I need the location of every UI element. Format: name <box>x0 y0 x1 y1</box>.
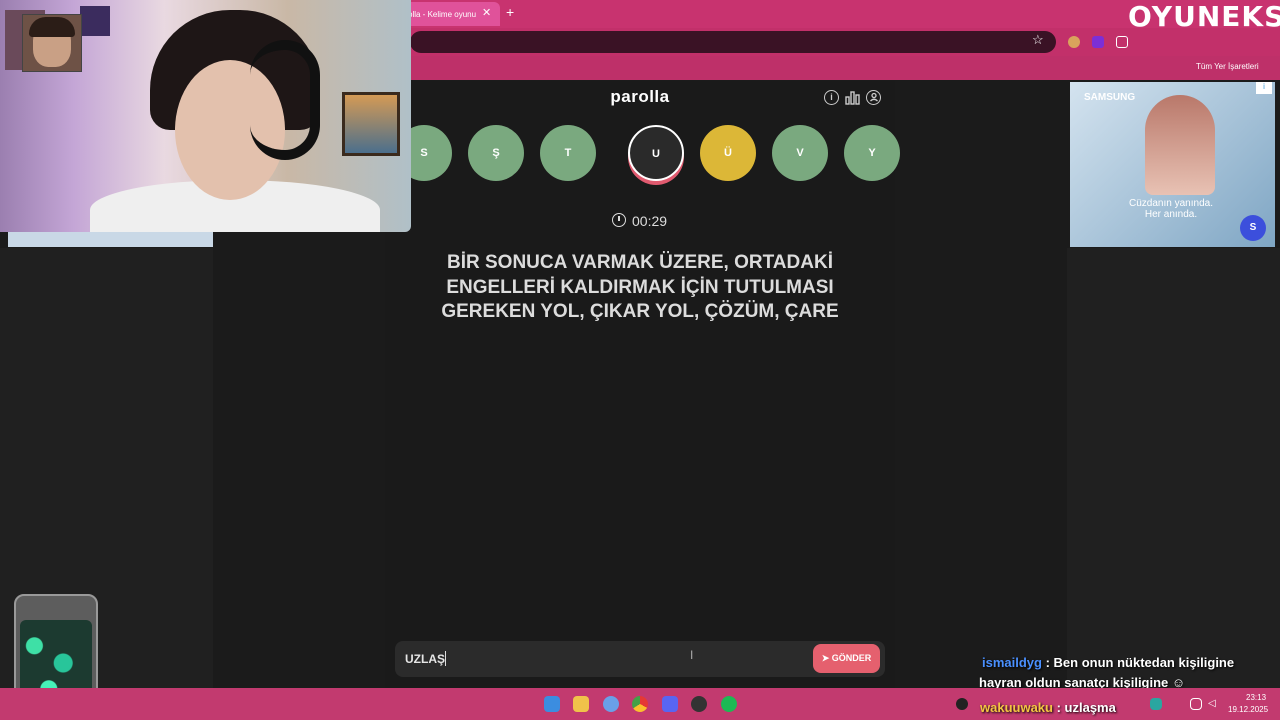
right-gutter <box>1067 248 1280 688</box>
discord-icon[interactable] <box>662 696 678 712</box>
game-title: parolla <box>610 87 670 106</box>
timer: 00:29 <box>632 213 668 229</box>
wallet-logo-icon: S <box>1240 215 1266 241</box>
obs-icon[interactable] <box>691 696 707 712</box>
windows-start-icon[interactable] <box>544 696 560 712</box>
answer-value: UZLAŞ <box>405 652 445 666</box>
file-explorer-icon[interactable] <box>573 696 589 712</box>
stats-icon[interactable] <box>845 90 860 105</box>
oyuneks-logo: OYUNEKS <box>1128 0 1280 33</box>
ad-person-image <box>1145 95 1215 195</box>
extensions-puzzle-icon[interactable] <box>1116 36 1128 48</box>
letter-circle-Y: Y <box>844 125 900 181</box>
extension-icon[interactable] <box>1092 36 1104 48</box>
pip-hair <box>29 17 75 37</box>
info-icon[interactable]: i <box>824 90 839 105</box>
painting <box>342 92 400 156</box>
send-icon: ➤ <box>821 653 832 663</box>
letter-circle-Ü: Ü <box>700 125 756 181</box>
tray-icon[interactable] <box>956 698 968 710</box>
tab-close-icon[interactable]: ✕ <box>482 6 491 19</box>
clock-date[interactable]: 19.12.2025 <box>1228 705 1268 714</box>
new-tab-button[interactable]: + <box>506 4 514 20</box>
clock-hand <box>618 216 620 221</box>
chat-text: uzlaşma <box>1064 700 1116 715</box>
text-caret <box>445 651 446 666</box>
ad-tagline: Cüzdanın yanında. Her anında. <box>1129 198 1213 220</box>
headphones <box>250 40 320 160</box>
url-input[interactable] <box>410 31 1056 53</box>
letter-circle-T: T <box>540 125 596 181</box>
poster <box>80 6 110 36</box>
send-label: GÖNDER <box>831 653 872 663</box>
letter-circle-V: V <box>772 125 828 181</box>
network-icon[interactable] <box>1190 698 1202 710</box>
volume-icon[interactable]: ◁ <box>1208 698 1220 710</box>
clock-time[interactable]: 23:13 <box>1246 693 1266 702</box>
tray-icon[interactable] <box>1150 698 1162 710</box>
send-button[interactable]: ➤ GÖNDER <box>813 644 880 673</box>
profile-icon[interactable] <box>866 90 881 105</box>
chat-message: wakuuwaku : uzlaşma <box>980 700 1116 715</box>
chat-text: Ben onun nüktedan kişiligine <box>1053 655 1235 670</box>
chat-message: ismaildyg : Ben onun nüktedan kişiligine <box>982 655 1234 670</box>
ad-choices-icon[interactable]: i <box>1256 82 1272 94</box>
chat-username: wakuuwaku <box>980 700 1053 715</box>
chat-separator: : <box>1041 655 1054 670</box>
chat-separator: : <box>1052 700 1065 715</box>
tab-title: olla - Kelime oyunu <box>408 10 477 19</box>
app-icon[interactable] <box>603 696 619 712</box>
chrome-icon[interactable] <box>632 696 648 712</box>
letter-circle-Ş: Ş <box>468 125 524 181</box>
answer-input[interactable] <box>395 641 885 677</box>
pip-webcam <box>22 14 82 72</box>
left-ad-banner[interactable] <box>8 232 213 247</box>
spotify-icon[interactable] <box>721 696 737 712</box>
question-text: BİR SONUCA VARMAK ÜZERE, ORTADAKİ ENGELL… <box>441 252 839 322</box>
extension-icon[interactable] <box>1068 36 1080 48</box>
all-bookmarks-link[interactable]: Tüm Yer İşaretleri <box>1196 62 1259 71</box>
letter-circle-U: U <box>628 125 684 181</box>
bookmark-star-icon[interactable]: ☆ <box>1032 32 1044 48</box>
ad-brand: SAMSUNG <box>1084 92 1136 103</box>
webcam-overlay <box>0 0 411 232</box>
chat-username: ismaildyg <box>982 655 1042 670</box>
mouse-cursor-icon: I <box>690 648 694 662</box>
